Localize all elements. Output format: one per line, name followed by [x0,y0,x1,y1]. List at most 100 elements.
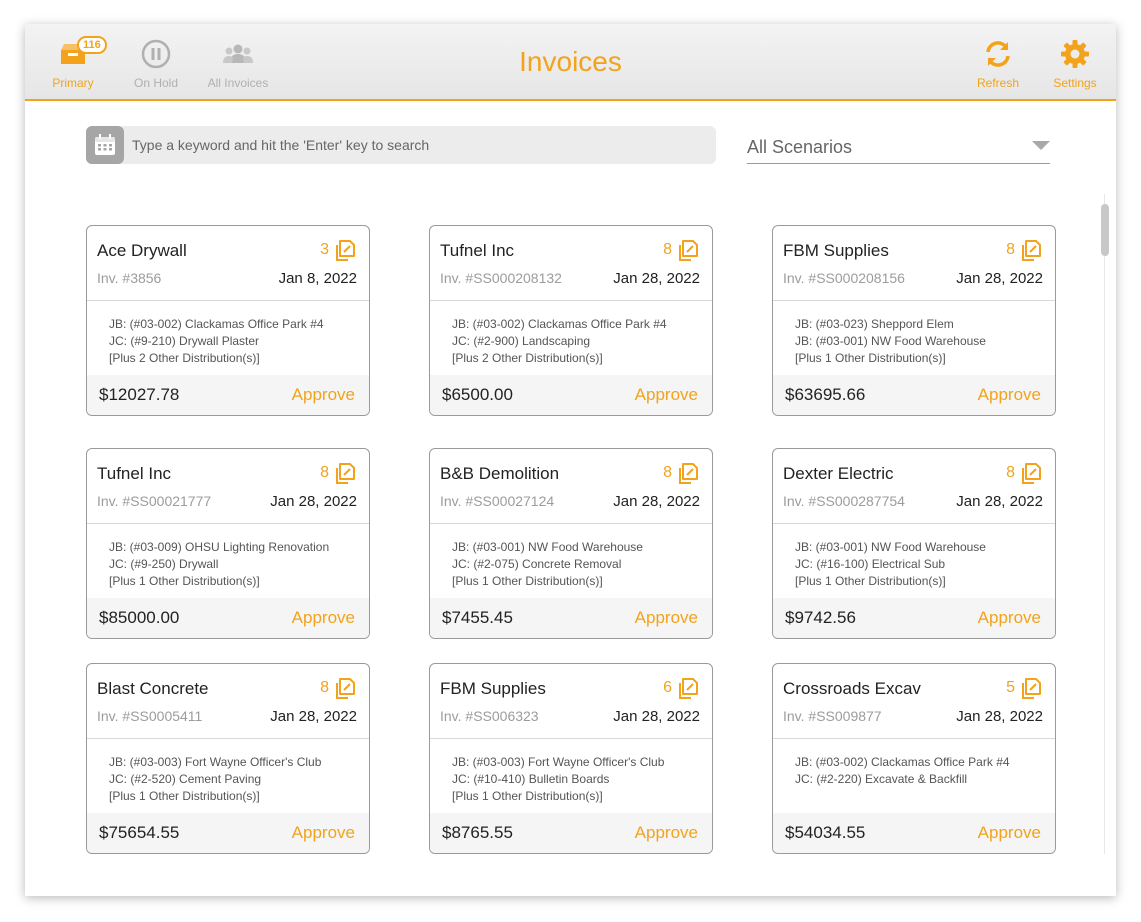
gear-icon [1047,38,1103,70]
distribution-line: JC: (#9-210) Drywall Plaster [109,334,260,348]
attachment-count: 8 [663,464,672,481]
card-footer: $75654.55 Approve [87,813,369,853]
distribution-line: JC: (#2-220) Excavate & Backfill [795,772,968,786]
vendor-name: Tufnel Inc [97,464,172,483]
approve-button[interactable]: Approve [292,385,355,405]
header-bar: 116 Primary On Hold All Invoices Invoice… [25,24,1116,101]
attachment-count: 5 [1006,679,1015,696]
vendor-name: FBM Supplies [783,241,889,260]
card-divider [773,300,1055,301]
invoice-card[interactable]: FBM Supplies 6 Inv. #SS006323 Jan 28, 20… [429,663,713,854]
nav-on-hold-label: On Hold [133,76,179,90]
invoice-number: Inv. #SS009877 [783,708,882,724]
approve-button[interactable]: Approve [635,608,698,628]
copy-icon[interactable] [1021,677,1041,704]
card-footer: $54034.55 Approve [773,813,1055,853]
vendor-name: Tufnel Inc [440,241,515,260]
distribution-line: JB: (#03-003) Fort Wayne Officer's Club [452,755,665,769]
invoice-date: Jan 28, 2022 [270,493,357,510]
distribution-line: JB: (#03-001) NW Food Warehouse [795,540,986,554]
invoice-amount: $7455.45 [442,608,513,627]
invoice-card[interactable]: Blast Concrete 8 Inv. #SS0005411 Jan 28,… [86,663,370,854]
distribution-line: JC: (#16-100) Electrical Sub [795,557,946,571]
vendor-name: Ace Drywall [97,241,187,260]
vendor-name: FBM Supplies [440,679,546,698]
card-divider [87,523,369,524]
approve-button[interactable]: Approve [292,823,355,843]
card-divider [773,738,1055,739]
invoice-card[interactable]: Tufnel Inc 8 Inv. #SS000208132 Jan 28, 2… [429,225,713,416]
invoice-number: Inv. #SS0005411 [97,708,203,724]
card-divider [430,523,712,524]
approve-button[interactable]: Approve [292,608,355,628]
invoice-card[interactable]: Ace Drywall 3 Inv. #3856 Jan 8, 2022 JB:… [86,225,370,416]
refresh-icon [969,38,1027,70]
distribution-line: JC: (#10-410) Bulletin Boards [452,772,610,786]
card-footer: $63695.66 Approve [773,375,1055,415]
distribution-line: JC: (#9-250) Drywall [109,557,219,571]
distribution-line: [Plus 2 Other Distribution(s)] [109,351,260,365]
invoice-card[interactable]: Crossroads Excav 5 Inv. #SS009877 Jan 28… [772,663,1056,854]
invoice-number: Inv. #SS00027124 [440,493,555,509]
invoice-date: Jan 28, 2022 [956,708,1043,725]
distribution-line: [Plus 2 Other Distribution(s)] [452,351,603,365]
invoice-number: Inv. #SS006323 [440,708,539,724]
invoice-amount: $12027.78 [99,385,180,404]
invoice-card[interactable]: Tufnel Inc 8 Inv. #SS00021777 Jan 28, 20… [86,448,370,639]
card-divider [430,738,712,739]
app-window: 116 Primary On Hold All Invoices Invoice… [25,24,1116,896]
invoice-number: Inv. #SS000208156 [783,270,905,286]
invoice-date: Jan 28, 2022 [613,708,700,725]
nav-all-invoices-label: All Invoices [207,76,269,90]
invoice-card[interactable]: FBM Supplies 8 Inv. #SS000208156 Jan 28,… [772,225,1056,416]
vendor-name: B&B Demolition [440,464,560,483]
scenario-select[interactable]: All Scenarios [747,131,1050,164]
approve-button[interactable]: Approve [635,823,698,843]
card-divider [430,300,712,301]
invoice-date: Jan 28, 2022 [613,493,700,510]
card-footer: $12027.78 Approve [87,375,369,415]
copy-icon[interactable] [678,677,698,704]
invoice-date: Jan 28, 2022 [956,493,1043,510]
vendor-name: Crossroads Excav [783,679,921,698]
approve-button[interactable]: Approve [978,385,1041,405]
distribution-line: JB: (#03-002) Clackamas Office Park #4 [452,317,667,331]
distribution-list: JB: (#03-002) Clackamas Office Park #4 JC… [109,316,324,367]
attachment-count: 8 [320,679,329,696]
attachment-count: 8 [1006,241,1015,258]
vendor-name: Dexter Electric [783,464,894,483]
invoice-card[interactable]: Dexter Electric 8 Inv. #SS000287754 Jan … [772,448,1056,639]
copy-icon[interactable] [678,239,698,266]
approve-button[interactable]: Approve [635,385,698,405]
copy-icon[interactable] [335,677,355,704]
distribution-line: [Plus 1 Other Distribution(s)] [109,574,260,588]
copy-icon[interactable] [1021,239,1041,266]
copy-icon[interactable] [335,462,355,489]
card-footer: $6500.00 Approve [430,375,712,415]
distribution-line: [Plus 1 Other Distribution(s)] [452,574,603,588]
approve-button[interactable]: Approve [978,823,1041,843]
distribution-line: JB: (#03-009) OHSU Lighting Renovation [109,540,330,554]
invoice-amount: $54034.55 [785,823,866,842]
invoice-card[interactable]: B&B Demolition 8 Inv. #SS00027124 Jan 28… [429,448,713,639]
settings-button[interactable]: Settings [1047,38,1103,90]
distribution-line: JC: (#2-520) Cement Paving [109,772,262,786]
distribution-line: JB: (#03-001) NW Food Warehouse [452,540,643,554]
copy-icon[interactable] [1021,462,1041,489]
search-input[interactable] [132,135,702,155]
invoice-date: Jan 28, 2022 [956,270,1043,287]
invoice-amount: $8765.55 [442,823,513,842]
calendar-icon[interactable] [86,126,124,164]
refresh-button[interactable]: Refresh [969,38,1027,90]
invoice-date: Jan 28, 2022 [613,270,700,287]
invoice-number: Inv. #SS00021777 [97,493,212,509]
distribution-line: [Plus 1 Other Distribution(s)] [795,351,946,365]
copy-icon[interactable] [335,239,355,266]
distribution-list: JB: (#03-002) Clackamas Office Park #4 JC… [795,754,1010,788]
card-footer: $7455.45 Approve [430,598,712,638]
scrollbar-thumb[interactable] [1101,204,1109,256]
copy-icon[interactable] [678,462,698,489]
approve-button[interactable]: Approve [978,608,1041,628]
distribution-list: JB: (#03-009) OHSU Lighting Renovation JC… [109,539,329,590]
attachment-count: 8 [1006,464,1015,481]
